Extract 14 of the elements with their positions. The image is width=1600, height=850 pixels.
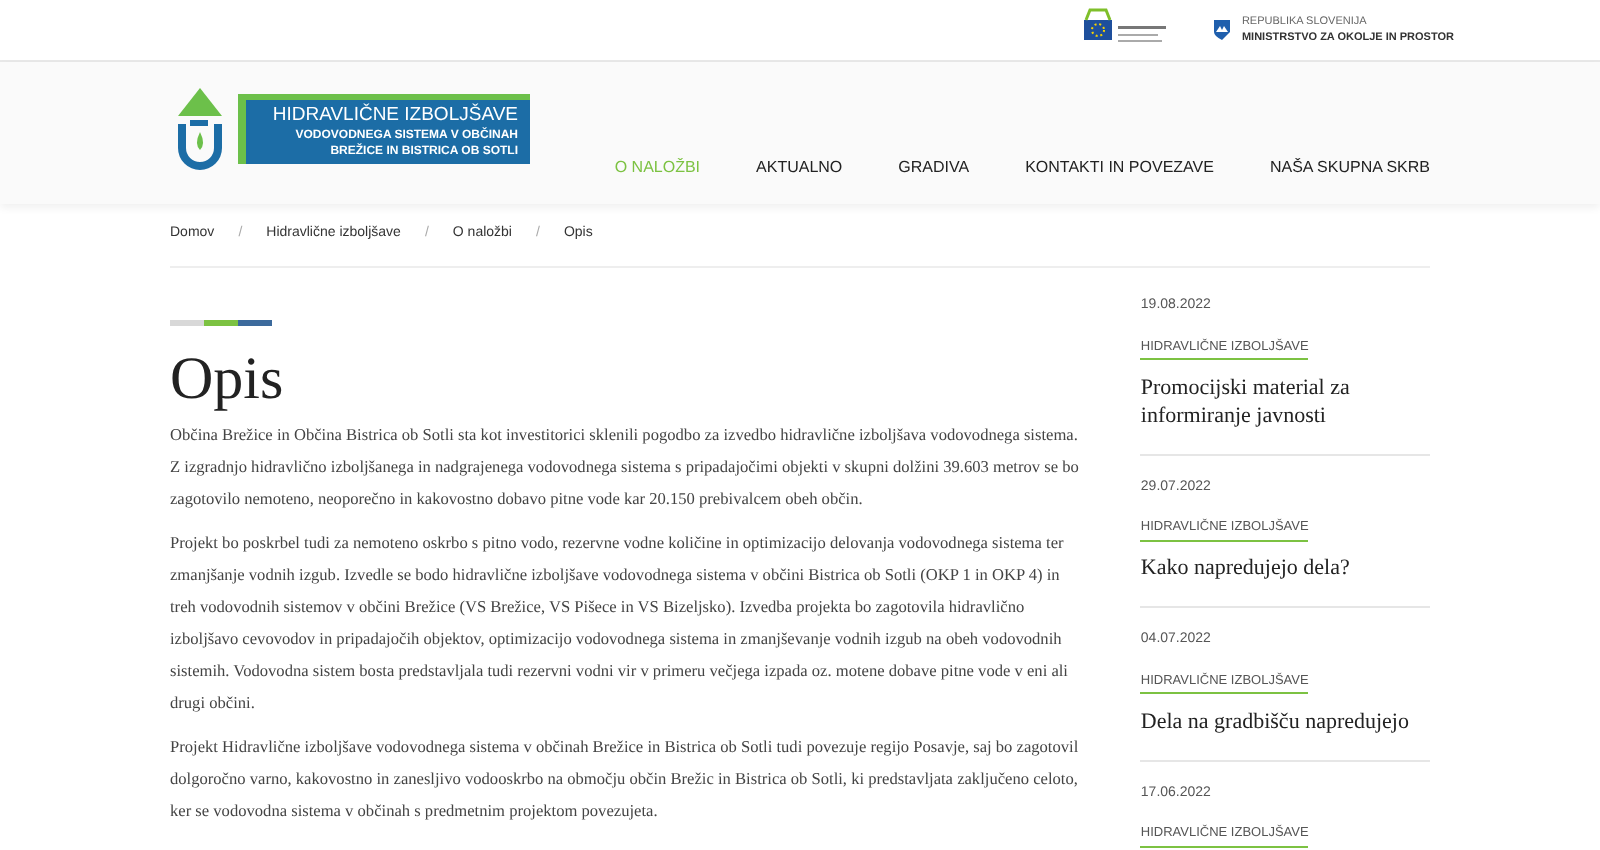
body-paragraph: Projekt bo poskrbel tudi za nemoteno oskrbo s pitno vodo, rezervne vodne količine in optimizacijo delovanja vodovodnega sistema ter zmanjšanje vodnih izgub. Izvedle se bodo hidravlične izboljšave vodovodnega sistema v občini Bistrica ob Sotli (OKP 1 in OKP 4) in treh vodovodnih sistemov v občini Brežice (VS Brežice, VS Pišece in VS Bizeljsko). Izvedba projekta bo zagotovila hidravlično izboljšavo cevovodov in pripadajočih objektov, optimizacijo vodovodnega sistema in zmanjševanje vodnih izgub na obeh vodovodnih sistemih. Vodovodna sistem bosta predstavljala tudi rezervni vodni vir v primeru večjega izpada oz. motene dobave pitne vode v eni ali drugi občini. [170, 532, 1070, 716]
accent-bar [170, 320, 272, 326]
body-paragraph: Projekt Hidravlične izboljšave vodovodnega sistema v občinah Brežice in Bistrica ob Sotli tudi povezuje regijo Posavje, saj bo zagotovil dolgoročno varno, kakovostno in zanesljivo vodooskrbo na območju občin Brežic in Bistrica ob Sotli, ki predstavljata zaključeno celoto, ker se vodovodna sistema v občinah s predmetnim projektom povezujeta. [170, 736, 1081, 824]
news-title[interactable]: Dela na gradbišču napredujejo [1140, 707, 1430, 735]
nav-link[interactable]: GRADIVA [898, 156, 970, 180]
body-paragraph: Občina Brežice in Občina Bistrica ob Sotli sta kot investitorici sklenili pogodbo za izvedbo hidravlične izboljšava vodovodnega sistema. Z izgradnjo hidravlično izboljšanega in nadgrajenega vodovodnega sistema s pripadajočimi objekti v skupni dolžini 39.603 metrov se bo zagotovilo nemoteno, neoporečno in kakovostno dobavo pitne vode kar 20.150 prebivalcem obeh občin. [170, 424, 1081, 512]
nav-link[interactable]: NAŠA SKUPNA SKRB [1269, 156, 1430, 180]
news-title[interactable]: Kako napredujejo dela? [1140, 554, 1430, 582]
nav-link[interactable]: KONTAKTI IN POVEZAVE [1025, 156, 1214, 180]
logo-title: HIDRAVLIČNE IZBOLJŠAVE [272, 104, 518, 127]
nav-link[interactable]: AKTUALNO [756, 156, 843, 180]
page-title: Opis [170, 346, 286, 414]
coat-of-arms-icon [1213, 20, 1230, 40]
news-title[interactable]: Promocijski material za informiranje javnosti [1140, 373, 1430, 429]
